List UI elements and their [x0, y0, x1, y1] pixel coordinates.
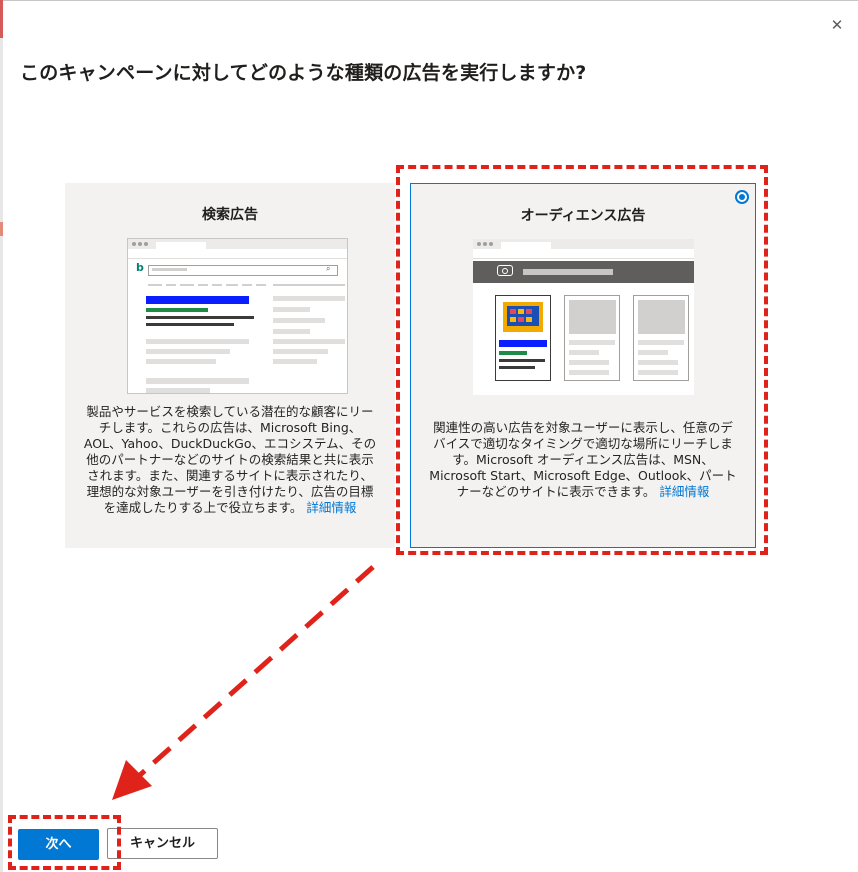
dialog-top-border [3, 0, 858, 1]
camera-icon [497, 265, 513, 276]
backdrop-strip [0, 0, 3, 872]
backdrop-accent-2 [0, 222, 3, 236]
search-ads-illustration: b ⌕ [127, 238, 348, 394]
magnifier-icon: ⌕ [326, 264, 331, 273]
backdrop-accent [0, 0, 3, 38]
selected-radio-icon[interactable] [735, 190, 749, 204]
browser-url-bar [128, 249, 347, 259]
learn-more-link-audience[interactable]: 詳細情報 [659, 484, 709, 499]
card-description-search: 製品やサービスを検索している潜在的な顧客にリーチします。これらの広告は、Micr… [83, 404, 377, 516]
close-icon[interactable]: ✕ [828, 16, 846, 34]
ad-card-illustration [495, 295, 551, 381]
browser-url-bar [473, 249, 694, 259]
card-title-search: 検索広告 [202, 207, 258, 223]
browser-chrome [128, 239, 347, 249]
dialog-title: このキャンペーンに対してどのような種類の広告を実行しますか? [20, 62, 587, 84]
ad-type-card-search[interactable]: 検索広告 b ⌕ 製品やサービスを検索している潜在的な顧客にリーチします。これら… [65, 183, 395, 548]
card-title-audience: オーディエンス広告 [520, 208, 646, 224]
placeholder-card-illustration [564, 295, 620, 381]
browser-chrome [473, 239, 694, 249]
next-button[interactable]: 次へ [18, 829, 99, 860]
laptop-image-icon [503, 302, 543, 332]
audience-ads-illustration [473, 239, 694, 395]
placeholder-card-illustration [633, 295, 689, 381]
ad-type-card-audience[interactable]: オーディエンス広告 関連性の高い広告を対象ユーザーに表示し、任意のデバイスで適切… [410, 183, 756, 548]
bing-logo-icon: b [136, 261, 144, 274]
description-text: 製品やサービスを検索している潜在的な顧客にリーチします。これらの広告は、Micr… [83, 404, 377, 515]
card-description-audience: 関連性の高い広告を対象ユーザーに表示し、任意のデバイスで適切なタイミングで適切な… [429, 420, 737, 500]
cancel-button[interactable]: キャンセル [107, 828, 218, 859]
learn-more-link-search[interactable]: 詳細情報 [306, 500, 356, 515]
